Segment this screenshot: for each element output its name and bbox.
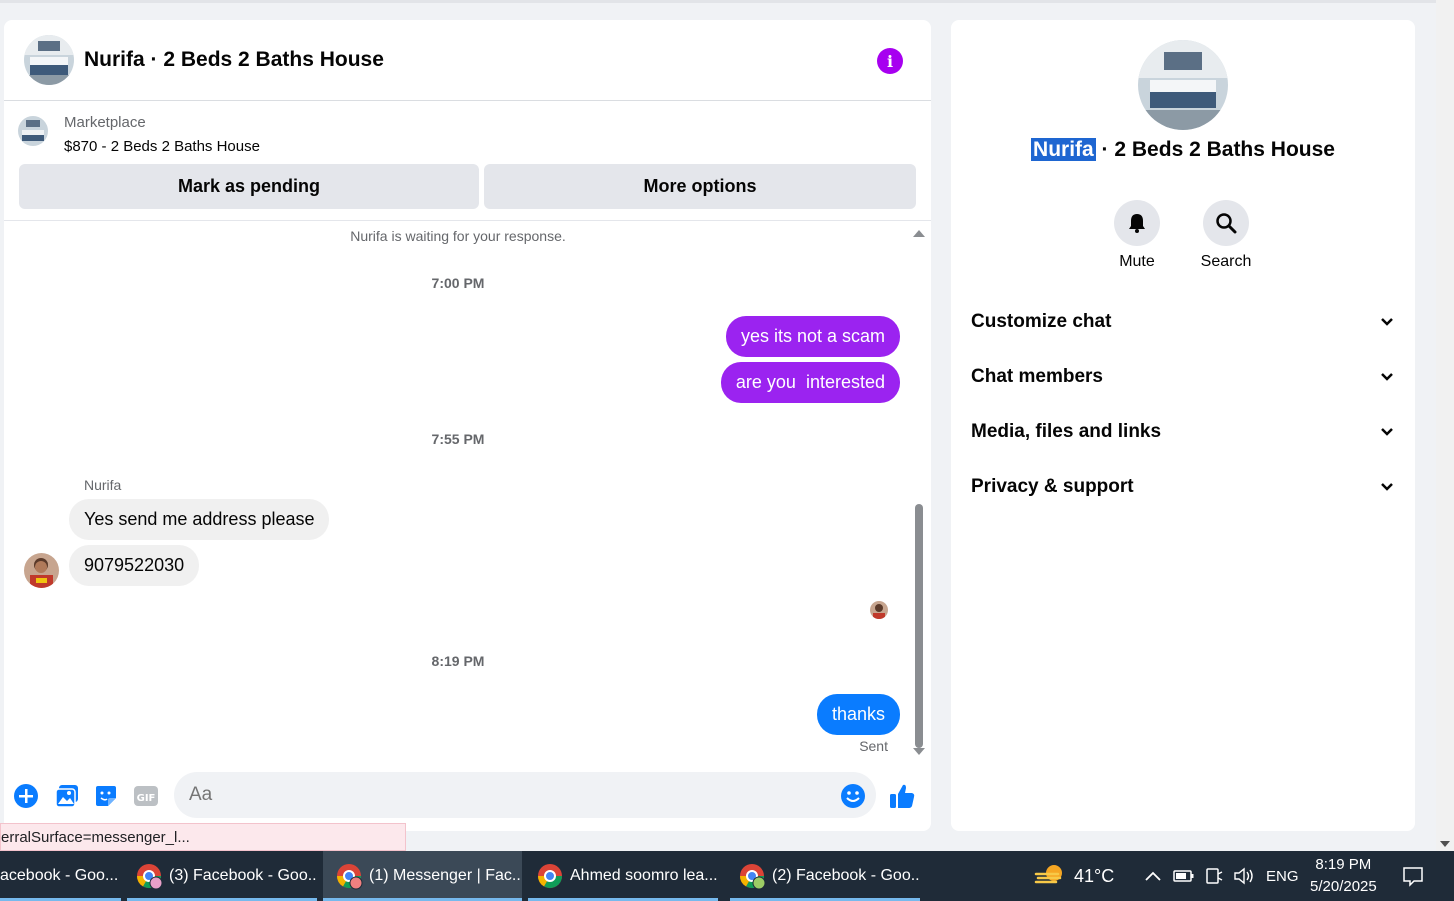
taskbar-item-label: Ahmed soomro lea...: [570, 867, 718, 884]
details-panel: Nurifa · 2 Beds 2 Baths House Mute Searc…: [951, 20, 1415, 831]
chat-panel: Nurifa · 2 Beds 2 Baths House i Marketpl…: [4, 20, 931, 831]
listing-thumbnail[interactable]: [18, 116, 48, 146]
chevron-down-icon: [1381, 318, 1393, 326]
thumbs-up-icon[interactable]: [888, 782, 916, 810]
plus-icon[interactable]: [12, 782, 40, 810]
taskbar-item-active[interactable]: (1) Messenger | Fac...: [323, 851, 522, 901]
chat-title[interactable]: Nurifa · 2 Beds 2 Baths House: [84, 48, 384, 72]
mute-label: Mute: [1119, 253, 1155, 270]
scroll-up-arrow[interactable]: [913, 230, 925, 237]
chrome-icon: [335, 862, 363, 890]
outgoing-message[interactable]: yes its not a scam: [725, 316, 900, 357]
chrome-icon: [536, 862, 564, 890]
section-customize-chat[interactable]: Customize chat: [971, 302, 1395, 342]
chrome-icon: [135, 862, 163, 890]
volume-icon[interactable]: [1233, 851, 1255, 901]
taskbar-item[interactable]: (3) Facebook - Goo...: [127, 851, 317, 901]
incoming-message[interactable]: 9079522030: [69, 545, 200, 586]
outgoing-message[interactable]: thanks: [816, 694, 900, 735]
weather-temp: 41°C: [1074, 865, 1115, 886]
battery-icon[interactable]: [1173, 851, 1195, 901]
section-label: Customize chat: [971, 311, 1112, 332]
mark-pending-button[interactable]: Mark as pending: [19, 164, 479, 209]
listing-price-title[interactable]: $870 - 2 Beds 2 Baths House: [64, 138, 260, 155]
details-title: Nurifa · 2 Beds 2 Baths House: [951, 138, 1415, 162]
clock-time: 8:19 PM: [1315, 856, 1372, 873]
search-icon: [1216, 213, 1237, 234]
section-privacy-support[interactable]: Privacy & support: [971, 467, 1395, 507]
waiting-note: Nurifa is waiting for your response.: [350, 228, 566, 244]
photo-icon[interactable]: [53, 782, 81, 810]
weather-widget[interactable]: 41°C: [1034, 851, 1114, 901]
taskbar: acebook - Goo... (3) Facebook - Goo... (…: [0, 851, 1454, 901]
sender-avatar[interactable]: [24, 553, 59, 588]
chevron-down-icon: [1381, 483, 1393, 491]
network-icon[interactable]: [1205, 851, 1223, 901]
section-label: Media, files and links: [971, 421, 1162, 442]
scroll-thumb[interactable]: [915, 504, 923, 748]
listing-source: Marketplace: [64, 114, 146, 131]
sender-name: Nurifa: [84, 477, 122, 493]
svg-text:GIF: GIF: [137, 793, 156, 804]
sent-status: Sent: [859, 738, 888, 754]
chat-header: Nurifa · 2 Beds 2 Baths House i: [4, 20, 931, 101]
tray-chevron-up-icon[interactable]: [1144, 851, 1162, 901]
details-avatar[interactable]: [1138, 40, 1228, 130]
message-scrollbar[interactable]: [913, 230, 925, 755]
details-title-rest: · 2 Beds 2 Baths House: [1095, 138, 1335, 161]
more-options-button[interactable]: More options: [484, 164, 916, 209]
mute-button[interactable]: [1114, 200, 1160, 246]
timestamp: 8:19 PM: [431, 653, 485, 669]
notification-icon[interactable]: [1402, 851, 1424, 901]
bell-icon: [1129, 214, 1145, 233]
emoji-icon[interactable]: [839, 782, 867, 810]
page-scroll-down-arrow[interactable]: [1440, 841, 1450, 847]
taskbar-item-label: (1) Messenger | Fac...: [369, 867, 522, 884]
info-icon[interactable]: i: [877, 48, 903, 74]
chevron-down-icon: [1381, 373, 1393, 381]
search-button[interactable]: [1203, 200, 1249, 246]
seen-avatar: [870, 601, 888, 619]
timestamp: 7:55 PM: [431, 431, 485, 447]
search-label: Search: [1200, 253, 1252, 270]
gif-icon[interactable]: GIF: [132, 782, 160, 810]
message-list: Nurifa is waiting for your response. 7:0…: [4, 222, 931, 756]
chevron-down-icon: [1381, 428, 1393, 436]
section-label: Privacy & support: [971, 476, 1134, 497]
details-title-highlight: Nurifa: [1031, 138, 1096, 161]
taskbar-item[interactable]: Ahmed soomro lea...: [528, 851, 718, 901]
page-scrollbar[interactable]: [1436, 0, 1454, 851]
language-indicator[interactable]: ENG: [1266, 851, 1299, 901]
taskbar-item[interactable]: acebook - Goo...: [0, 851, 121, 901]
taskbar-item-label: (2) Facebook - Goo...: [772, 867, 920, 884]
composer: GIF: [4, 770, 931, 822]
clock-date: 5/20/2025: [1310, 878, 1377, 895]
listing-banner: Marketplace $870 - 2 Beds 2 Baths House …: [4, 101, 931, 221]
scroll-down-arrow[interactable]: [913, 748, 925, 755]
timestamp: 7:00 PM: [431, 275, 485, 291]
taskbar-item[interactable]: (2) Facebook - Goo...: [730, 851, 920, 901]
taskbar-item-label: acebook - Goo...: [0, 867, 119, 884]
chrome-icon: [738, 862, 766, 890]
section-label: Chat members: [971, 366, 1103, 387]
conversation-avatar[interactable]: [24, 35, 74, 85]
sticker-icon[interactable]: [92, 782, 120, 810]
section-media-files-links[interactable]: Media, files and links: [971, 412, 1395, 452]
incoming-message[interactable]: Yes send me address please: [69, 499, 330, 540]
taskbar-item-label: (3) Facebook - Goo...: [169, 867, 317, 884]
section-chat-members[interactable]: Chat members: [971, 357, 1395, 397]
top-edge: [0, 0, 1436, 3]
message-input[interactable]: [174, 772, 876, 818]
status-bar-url: erralSurface=messenger_l...: [0, 823, 406, 851]
clock[interactable]: 8:19 PM 5/20/2025: [1310, 851, 1377, 901]
weather-icon: [1034, 865, 1062, 884]
outgoing-message[interactable]: are you interested: [720, 362, 900, 403]
